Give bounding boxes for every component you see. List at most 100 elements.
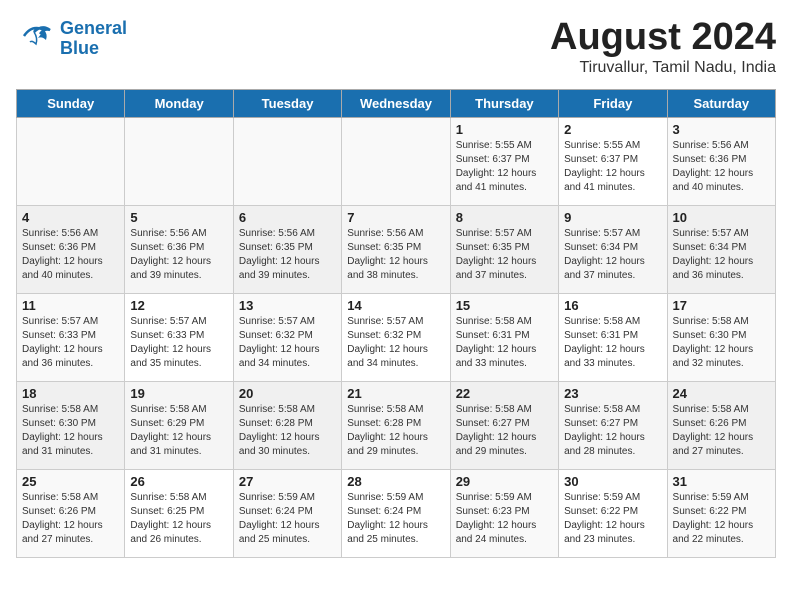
day-info: Sunrise: 5:59 AM Sunset: 6:24 PM Dayligh… [347,491,444,547]
calendar-cell: 12Sunrise: 5:57 AM Sunset: 6:33 PM Dayli… [125,294,233,382]
week-row-1: 1 Sunrise: 5:55 AM Sunset: 6:37 PM Daylig… [17,118,776,206]
day-number: 4 [22,210,119,225]
day-info: Sunrise: 5:57 AM Sunset: 6:34 PM Dayligh… [673,227,770,283]
calendar-cell: 16 Sunrise: 5:58 AM Sunset: 6:31 PM Dayli… [559,294,667,382]
calendar-cell: 29Sunrise: 5:59 AM Sunset: 6:23 PM Dayli… [450,470,558,558]
day-number: 25 [22,474,119,489]
calendar-cell: 20 Sunrise: 5:58 AM Sunset: 6:28 PM Dayli… [233,382,341,470]
calendar-cell [233,118,341,206]
calendar-cell: 6 Sunrise: 5:56 AM Sunset: 6:35 PM Daylig… [233,206,341,294]
calendar-cell: 3 Sunrise: 5:56 AM Sunset: 6:36 PM Daylig… [667,118,775,206]
day-info: Sunrise: 5:59 AM Sunset: 6:22 PM Dayligh… [564,491,661,547]
calendar-cell: 27 Sunrise: 5:59 AM Sunset: 6:24 PM Dayli… [233,470,341,558]
week-row-2: 4 Sunrise: 5:56 AM Sunset: 6:36 PM Daylig… [17,206,776,294]
calendar-cell: 9Sunrise: 5:57 AM Sunset: 6:34 PM Daylig… [559,206,667,294]
day-info: Sunrise: 5:56 AM Sunset: 6:36 PM Dayligh… [22,227,119,283]
day-info: Sunrise: 5:56 AM Sunset: 6:35 PM Dayligh… [239,227,336,283]
day-info: Sunrise: 5:57 AM Sunset: 6:32 PM Dayligh… [239,315,336,371]
day-info: Sunrise: 5:59 AM Sunset: 6:24 PM Dayligh… [239,491,336,547]
day-number: 28 [347,474,444,489]
page-header: General Blue August 2024 Tiruvallur, Tam… [16,16,776,77]
day-info: Sunrise: 5:58 AM Sunset: 6:28 PM Dayligh… [239,403,336,459]
weekday-header-row: SundayMondayTuesdayWednesdayThursdayFrid… [17,90,776,118]
day-info: Sunrise: 5:55 AM Sunset: 6:37 PM Dayligh… [564,139,661,195]
day-number: 17 [673,298,770,313]
calendar-cell: 15Sunrise: 5:58 AM Sunset: 6:31 PM Dayli… [450,294,558,382]
day-number: 8 [456,210,553,225]
calendar-title: August 2024 [550,16,776,59]
calendar-cell: 13 Sunrise: 5:57 AM Sunset: 6:32 PM Dayli… [233,294,341,382]
day-number: 3 [673,122,770,137]
day-info: Sunrise: 5:59 AM Sunset: 6:23 PM Dayligh… [456,491,553,547]
week-row-4: 18 Sunrise: 5:58 AM Sunset: 6:30 PM Dayli… [17,382,776,470]
day-number: 26 [130,474,227,489]
calendar-cell: 17 Sunrise: 5:58 AM Sunset: 6:30 PM Dayli… [667,294,775,382]
calendar-cell: 30 Sunrise: 5:59 AM Sunset: 6:22 PM Dayli… [559,470,667,558]
calendar-cell: 21 Sunrise: 5:58 AM Sunset: 6:28 PM Dayli… [342,382,450,470]
calendar-cell: 11Sunrise: 5:57 AM Sunset: 6:33 PM Dayli… [17,294,125,382]
calendar-cell: 14Sunrise: 5:57 AM Sunset: 6:32 PM Dayli… [342,294,450,382]
day-info: Sunrise: 5:57 AM Sunset: 6:32 PM Dayligh… [347,315,444,371]
day-number: 2 [564,122,661,137]
weekday-header-thursday: Thursday [450,90,558,118]
calendar-cell: 28 Sunrise: 5:59 AM Sunset: 6:24 PM Dayli… [342,470,450,558]
calendar-cell: 10Sunrise: 5:57 AM Sunset: 6:34 PM Dayli… [667,206,775,294]
calendar-cell: 8 Sunrise: 5:57 AM Sunset: 6:35 PM Daylig… [450,206,558,294]
day-info: Sunrise: 5:58 AM Sunset: 6:29 PM Dayligh… [130,403,227,459]
day-number: 15 [456,298,553,313]
day-number: 27 [239,474,336,489]
day-info: Sunrise: 5:58 AM Sunset: 6:27 PM Dayligh… [456,403,553,459]
day-info: Sunrise: 5:58 AM Sunset: 6:28 PM Dayligh… [347,403,444,459]
title-block: August 2024 Tiruvallur, Tamil Nadu, Indi… [550,16,776,77]
day-number: 1 [456,122,553,137]
day-number: 16 [564,298,661,313]
calendar-cell: 1 Sunrise: 5:55 AM Sunset: 6:37 PM Daylig… [450,118,558,206]
calendar-cell: 26 Sunrise: 5:58 AM Sunset: 6:25 PM Dayli… [125,470,233,558]
day-info: Sunrise: 5:56 AM Sunset: 6:35 PM Dayligh… [347,227,444,283]
day-number: 18 [22,386,119,401]
day-info: Sunrise: 5:57 AM Sunset: 6:34 PM Dayligh… [564,227,661,283]
day-info: Sunrise: 5:58 AM Sunset: 6:26 PM Dayligh… [673,403,770,459]
calendar-cell: 25Sunrise: 5:58 AM Sunset: 6:26 PM Dayli… [17,470,125,558]
calendar-cell: 23Sunrise: 5:58 AM Sunset: 6:27 PM Dayli… [559,382,667,470]
weekday-header-saturday: Saturday [667,90,775,118]
calendar-cell: 22Sunrise: 5:58 AM Sunset: 6:27 PM Dayli… [450,382,558,470]
weekday-header-monday: Monday [125,90,233,118]
calendar-cell [125,118,233,206]
weekday-header-tuesday: Tuesday [233,90,341,118]
calendar-subtitle: Tiruvallur, Tamil Nadu, India [550,59,776,77]
logo: General Blue [16,16,127,61]
day-info: Sunrise: 5:56 AM Sunset: 6:36 PM Dayligh… [130,227,227,283]
day-number: 21 [347,386,444,401]
calendar-cell: 7Sunrise: 5:56 AM Sunset: 6:35 PM Daylig… [342,206,450,294]
day-number: 30 [564,474,661,489]
day-number: 13 [239,298,336,313]
day-number: 5 [130,210,227,225]
logo-line1: General [60,18,127,38]
weekday-header-wednesday: Wednesday [342,90,450,118]
day-info: Sunrise: 5:58 AM Sunset: 6:30 PM Dayligh… [22,403,119,459]
logo-icon [16,16,56,56]
day-info: Sunrise: 5:57 AM Sunset: 6:33 PM Dayligh… [22,315,119,371]
day-info: Sunrise: 5:58 AM Sunset: 6:31 PM Dayligh… [564,315,661,371]
day-info: Sunrise: 5:57 AM Sunset: 6:33 PM Dayligh… [130,315,227,371]
calendar-cell: 24Sunrise: 5:58 AM Sunset: 6:26 PM Dayli… [667,382,775,470]
week-row-5: 25Sunrise: 5:58 AM Sunset: 6:26 PM Dayli… [17,470,776,558]
day-number: 20 [239,386,336,401]
day-info: Sunrise: 5:59 AM Sunset: 6:22 PM Dayligh… [673,491,770,547]
day-info: Sunrise: 5:56 AM Sunset: 6:36 PM Dayligh… [673,139,770,195]
weekday-header-sunday: Sunday [17,90,125,118]
calendar-cell [342,118,450,206]
logo-line2: Blue [60,38,99,58]
weekday-header-friday: Friday [559,90,667,118]
day-info: Sunrise: 5:58 AM Sunset: 6:25 PM Dayligh… [130,491,227,547]
day-number: 6 [239,210,336,225]
day-info: Sunrise: 5:58 AM Sunset: 6:30 PM Dayligh… [673,315,770,371]
day-number: 31 [673,474,770,489]
day-number: 19 [130,386,227,401]
calendar-cell: 18 Sunrise: 5:58 AM Sunset: 6:30 PM Dayli… [17,382,125,470]
day-info: Sunrise: 5:57 AM Sunset: 6:35 PM Dayligh… [456,227,553,283]
calendar-cell: 2 Sunrise: 5:55 AM Sunset: 6:37 PM Daylig… [559,118,667,206]
day-info: Sunrise: 5:55 AM Sunset: 6:37 PM Dayligh… [456,139,553,195]
calendar-cell: 4 Sunrise: 5:56 AM Sunset: 6:36 PM Daylig… [17,206,125,294]
